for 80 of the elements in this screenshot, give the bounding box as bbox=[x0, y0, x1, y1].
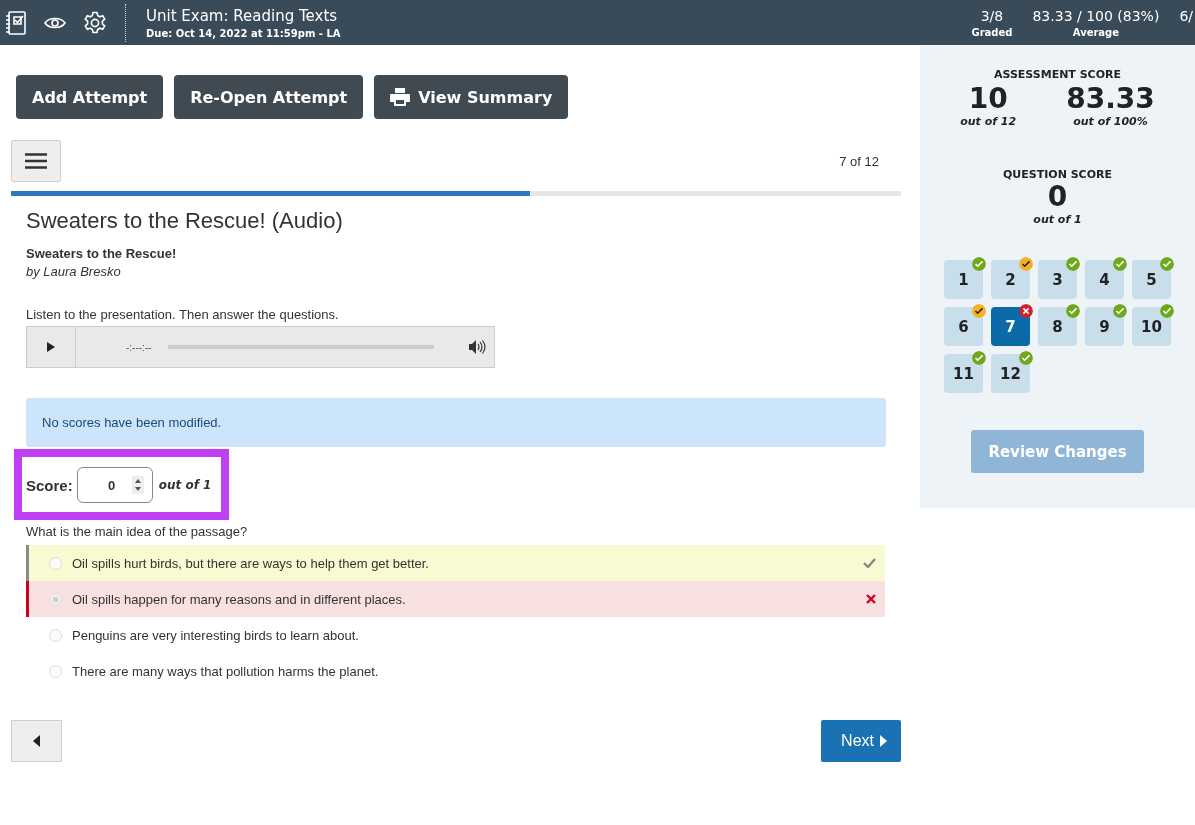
question-tile[interactable]: 10 bbox=[1132, 307, 1171, 346]
check-badge-icon bbox=[972, 257, 986, 271]
score-total: out of 1 bbox=[158, 478, 212, 492]
check-badge-icon bbox=[1019, 351, 1033, 365]
check-badge-icon bbox=[1160, 304, 1174, 318]
radio-button[interactable] bbox=[49, 592, 62, 606]
check-badge-icon bbox=[1113, 304, 1127, 318]
answer-text: There are many ways that pollution harms the planet. bbox=[72, 663, 379, 679]
menu-icon bbox=[25, 153, 47, 169]
caret-right-icon bbox=[880, 735, 887, 747]
score-input[interactable]: 0 bbox=[76, 467, 153, 503]
stat-label: Graded bbox=[971, 26, 1013, 38]
answer-option[interactable]: There are many ways that pollution harms the planet. bbox=[26, 653, 885, 689]
cross-badge-icon bbox=[1019, 304, 1033, 318]
notebook-check-icon[interactable] bbox=[5, 9, 27, 36]
check-badge-icon bbox=[972, 304, 986, 318]
question-tile[interactable]: 6 bbox=[944, 307, 983, 346]
question-tile[interactable]: 1 bbox=[944, 260, 983, 299]
question-tile[interactable]: 11 bbox=[944, 354, 983, 393]
due-date: Due: Oct 14, 2022 at 11:59pm - LA bbox=[146, 27, 342, 39]
radio-button[interactable] bbox=[49, 664, 62, 678]
menu-button[interactable] bbox=[11, 140, 61, 182]
spinner-icon[interactable] bbox=[131, 476, 144, 494]
answer-option[interactable]: Penguins are very interesting birds to learn about. bbox=[26, 617, 885, 653]
answer-text: Oil spills happen for many reasons and in different places. bbox=[72, 591, 406, 607]
stat-value: 6/ bbox=[1179, 7, 1193, 24]
exam-title: Unit Exam: Reading Texts bbox=[146, 6, 339, 26]
section-heading: QUESTION SCORE bbox=[1002, 168, 1112, 181]
eye-icon[interactable] bbox=[44, 15, 66, 30]
stat-value: 3/8 bbox=[980, 7, 1004, 24]
cross-icon bbox=[866, 594, 876, 604]
score-caption: out of 100% bbox=[1073, 115, 1148, 128]
question-tile[interactable]: 12 bbox=[991, 354, 1030, 393]
radio-button[interactable] bbox=[49, 628, 62, 642]
score-value: 10 bbox=[968, 83, 1008, 115]
answer-text: Oil spills hurt birds, but there are ways to help them get better. bbox=[72, 555, 429, 571]
action-button[interactable]: Add Attempt bbox=[16, 75, 164, 119]
question-tile[interactable]: 9 bbox=[1085, 307, 1124, 346]
check-icon bbox=[863, 558, 876, 568]
score-value: 83.33 bbox=[1066, 83, 1155, 115]
previous-button[interactable] bbox=[11, 720, 62, 762]
check-badge-icon bbox=[1019, 257, 1033, 271]
radio-button[interactable] bbox=[49, 556, 62, 570]
stat-label: Average bbox=[1072, 26, 1120, 38]
question-prompt: What is the main idea of the passage? bbox=[26, 524, 249, 539]
section-heading: ASSESSMENT SCORE bbox=[993, 68, 1122, 81]
question-title: Sweaters to the Rescue! (Audio) bbox=[26, 208, 344, 234]
question-position: 7 of 12 bbox=[839, 153, 879, 169]
printer-icon bbox=[390, 88, 411, 106]
instructions: Listen to the presentation. Then answer the questions. bbox=[26, 307, 340, 322]
check-badge-icon bbox=[1066, 304, 1080, 318]
question-tile[interactable]: 3 bbox=[1038, 260, 1077, 299]
settings-icon[interactable] bbox=[83, 10, 107, 35]
answer-option[interactable]: Oil spills happen for many reasons and in different places. bbox=[26, 581, 885, 617]
question-tile[interactable]: 7 bbox=[991, 307, 1030, 346]
stat-value: 83.33 / 100 (83%) bbox=[1032, 7, 1160, 24]
next-button[interactable]: Next bbox=[821, 720, 901, 762]
question-tile[interactable]: 5 bbox=[1132, 260, 1171, 299]
audio-time: -:---:-- bbox=[126, 341, 152, 353]
score-label: Score: bbox=[26, 476, 73, 494]
action-button[interactable]: View Summary bbox=[374, 75, 569, 119]
check-badge-icon bbox=[1066, 257, 1080, 271]
check-badge-icon bbox=[972, 351, 986, 365]
score-caption: out of 1 bbox=[1033, 213, 1082, 226]
score-value: 0 bbox=[1047, 181, 1068, 213]
action-button[interactable]: Re-Open Attempt bbox=[174, 75, 364, 119]
question-tile[interactable]: 8 bbox=[1038, 307, 1077, 346]
check-badge-icon bbox=[1113, 257, 1127, 271]
caret-left-icon bbox=[33, 735, 40, 747]
info-alert: No scores have been modified. bbox=[26, 398, 886, 447]
question-tile[interactable]: 2 bbox=[991, 260, 1030, 299]
volume-icon[interactable] bbox=[469, 340, 486, 354]
score-caption: out of 12 bbox=[960, 115, 1017, 128]
passage-author: by Laura Bresko bbox=[26, 264, 122, 279]
answer-option[interactable]: Oil spills hurt birds, but there are ways to help them get better. bbox=[26, 545, 885, 581]
play-icon bbox=[47, 342, 55, 352]
question-tile[interactable]: 4 bbox=[1085, 260, 1124, 299]
check-badge-icon bbox=[1160, 257, 1174, 271]
answer-text: Penguins are very interesting birds to learn about. bbox=[72, 627, 359, 643]
passage-title: Sweaters to the Rescue! bbox=[26, 246, 178, 261]
